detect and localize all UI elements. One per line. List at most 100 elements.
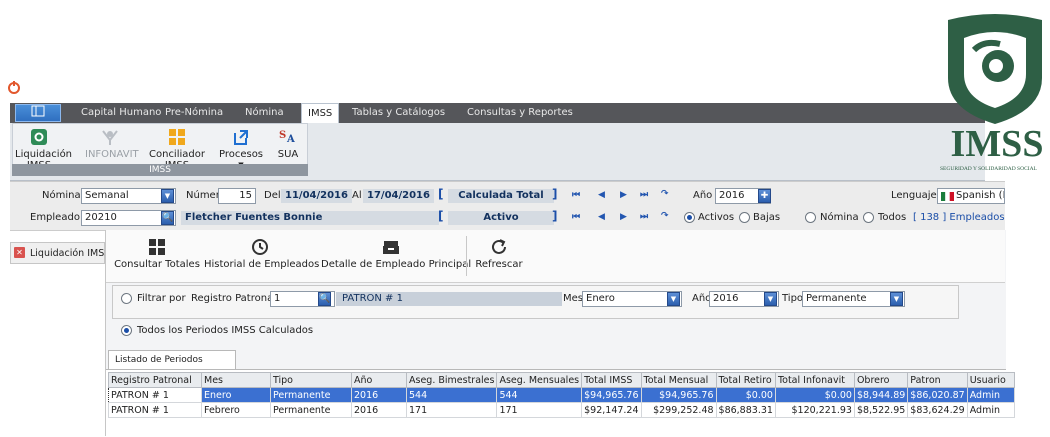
history-icon [252, 239, 268, 255]
detalle-empleado-button[interactable]: Detalle de Empleado Principal [321, 238, 471, 270]
table-cell: 544 [405, 387, 498, 403]
table-cell: PATRON # 1 [108, 402, 202, 418]
tab-capital-humano[interactable]: Capital Humano [81, 103, 161, 123]
col-aseg-mensuales[interactable]: Aseg. Mensuales [496, 372, 583, 388]
table-header-row: Registro Patronal Mes Tipo Año Aseg. Bim… [108, 372, 1015, 388]
toolbar: Consultar Totales Historial de Empleados… [106, 230, 1005, 283]
search-icon[interactable]: 🔍 [318, 292, 331, 306]
table-cell: $8,944.89 [853, 387, 909, 403]
tab-listado-periodos[interactable]: Listado de Periodos General [108, 350, 236, 383]
liquidacion-icon [31, 129, 47, 145]
patron-name: PATRON # 1 [336, 292, 562, 306]
table-cell: 2016 [351, 387, 407, 403]
al-date: 17/04/2016 [363, 189, 434, 203]
spinner-icon[interactable]: ✚ [758, 189, 771, 203]
last-employee-icon[interactable]: ⏭ [640, 212, 648, 222]
empleados-count[interactable]: [ 138 ] Empleados [913, 212, 1005, 223]
refresh-record-icon[interactable]: ↷ [661, 189, 669, 199]
side-tab-label: Liquidación IMSS [30, 248, 111, 259]
registro-patronal-label: Registro Patronal [191, 293, 276, 304]
prev-record-icon[interactable]: ◀ [598, 190, 605, 200]
chevron-down-icon[interactable]: ▼ [890, 292, 903, 306]
col-patron[interactable]: Patron [907, 372, 968, 388]
tab-tablas-catalogos[interactable]: Tablas y Catálogos [352, 103, 445, 123]
search-icon[interactable]: 🔍 [161, 211, 174, 225]
col-total-mensual[interactable]: Total Mensual [640, 372, 717, 388]
conciliador-icon [169, 129, 185, 145]
refrescar-button[interactable]: Refrescar [474, 238, 524, 270]
radio-bajas[interactable] [739, 212, 750, 223]
historial-empleados-button[interactable]: Historial de Empleados [204, 238, 319, 270]
table-cell: $94,965.76 [581, 387, 642, 403]
empleado-label: Empleado [30, 212, 80, 223]
tab-imss[interactable]: IMSS [301, 103, 340, 123]
table-cell: $0.00 [715, 387, 776, 403]
col-total-infonavit[interactable]: Total Infonavit [774, 372, 855, 388]
sua-button[interactable]: SA SUA [271, 128, 305, 160]
last-record-icon[interactable]: ⏭ [640, 190, 648, 200]
table-cell: $120,221.93 [774, 402, 855, 418]
col-registro-patronal[interactable]: Registro Patronal [108, 372, 202, 388]
next-record-icon[interactable]: ▶ [620, 190, 627, 200]
refresh-icon [492, 239, 506, 254]
table-row[interactable]: PATRON # 1 Febrero Permanente 2016 171 1… [108, 402, 1015, 418]
status-empleado-badge: Activo [448, 211, 554, 225]
imss-logo: IMSS SEGURIDAD Y SOLIDARIDAD SOCIAL [940, 10, 1050, 180]
mexico-flag-icon [941, 192, 954, 201]
logo-text: IMSS [950, 123, 1044, 165]
file-menu-button[interactable] [15, 104, 61, 122]
col-obrero[interactable]: Obrero [853, 372, 909, 388]
radio-filtrar-por[interactable] [121, 293, 132, 304]
radio-activos[interactable] [684, 212, 695, 223]
tab-consultas-reportes[interactable]: Consultas y Reportes [467, 103, 573, 123]
tab-nomina[interactable]: Nómina [245, 103, 284, 123]
next-employee-icon[interactable]: ▶ [620, 212, 627, 222]
tab-pre-nomina[interactable]: Pre-Nómina [165, 103, 223, 123]
col-total-retiro[interactable]: Total Retiro [715, 372, 776, 388]
app-power-icon[interactable] [8, 81, 20, 94]
radio-todos-periodos[interactable] [121, 325, 132, 336]
lenguaje-label: Lenguaje [891, 190, 937, 201]
empleado-nombre: Fletcher Fuentes Bonnie [181, 211, 439, 225]
close-icon[interactable]: ✕ [14, 247, 25, 258]
first-employee-icon[interactable]: ⏮ [572, 212, 580, 222]
chevron-down-icon[interactable]: ▼ [161, 189, 174, 203]
mes-label: Mes [563, 293, 583, 304]
nomina-label: Nómina [42, 190, 81, 201]
col-total-imss[interactable]: Total IMSS [581, 372, 642, 388]
bajas-label: Bajas [753, 212, 781, 223]
table-row[interactable]: PATRON # 1 Enero Permanente 2016 544 544… [108, 387, 1015, 403]
numero-input[interactable]: 15 [218, 188, 256, 204]
chevron-down-icon[interactable]: ▼ [764, 292, 777, 306]
del-date: 11/04/2016 [281, 189, 352, 203]
col-mes[interactable]: Mes [201, 372, 271, 388]
first-record-icon[interactable]: ⏮ [572, 190, 580, 200]
prev-employee-icon[interactable]: ◀ [598, 212, 605, 222]
filtrar-por-label: Filtrar por [137, 293, 186, 304]
table-cell: $86,020.87 [907, 387, 968, 403]
consultar-totales-button[interactable]: Consultar Totales [114, 238, 200, 270]
radio-nomina[interactable] [805, 212, 816, 223]
table-cell: PATRON # 1 [108, 387, 202, 403]
table-cell: Permanente [270, 387, 352, 403]
col-anio[interactable]: Año [351, 372, 407, 388]
table-cell: $94,965.76 [640, 387, 717, 403]
chevron-down-icon[interactable]: ▼ [667, 292, 680, 306]
refresh-employee-icon[interactable]: ↷ [661, 211, 669, 221]
table-cell: $83,624.29 [907, 402, 968, 418]
consultar-label: Consultar Totales [114, 259, 200, 270]
sua-label: SUA [277, 149, 299, 160]
menu-icon [31, 105, 45, 117]
col-tipo[interactable]: Tipo [270, 372, 352, 388]
table-cell: Admin [966, 402, 1015, 418]
col-usuario[interactable]: Usuario [966, 372, 1015, 388]
svg-text:S: S [279, 130, 286, 141]
radio-todos[interactable] [863, 212, 874, 223]
todos-periodos-label: Todos los Periodos IMSS Calculados [137, 325, 314, 336]
table-cell: $299,252.48 [640, 402, 717, 418]
col-aseg-bimestrales[interactable]: Aseg. Bimestrales [405, 372, 498, 388]
infonavit-button: INFONAVIT [85, 128, 139, 160]
procesos-label: Procesos [218, 149, 264, 160]
bracket-open: [ [438, 209, 444, 223]
grid-icon [149, 239, 165, 255]
